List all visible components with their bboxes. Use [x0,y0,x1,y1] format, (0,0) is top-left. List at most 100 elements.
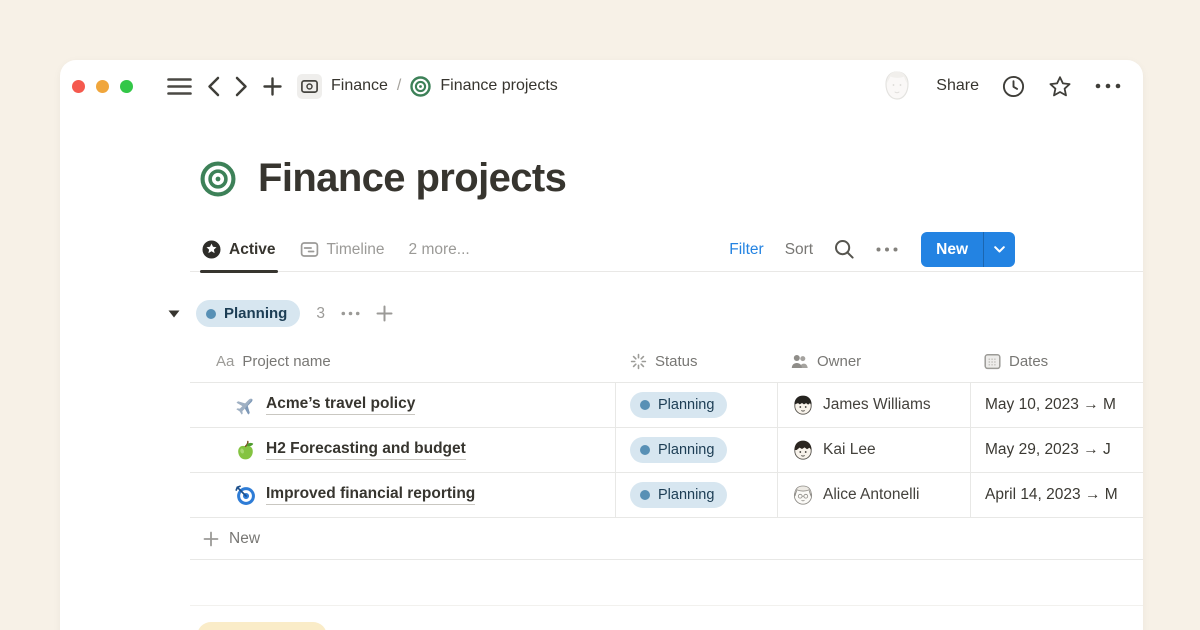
project-title-link[interactable]: H2 Forecasting and budget [266,440,466,460]
new-row-button[interactable]: New [190,518,1143,560]
column-header-owner[interactable]: Owner [777,353,970,370]
status-dot [640,445,650,455]
calendar-icon [984,353,1001,370]
status-dot [640,400,650,410]
table-row: Acme’s travel policy Planning [190,382,1143,427]
new-row-label: New [229,530,260,548]
table-body: Acme’s travel policy Planning [190,382,1143,518]
timeline-view-icon [300,240,319,259]
status-cell[interactable]: Planning [615,428,777,472]
column-header-project-name[interactable]: Aa Project name [190,353,615,370]
tab-active-view[interactable]: Active [202,228,276,272]
breadcrumb-workspace[interactable]: Finance [331,77,388,95]
tab-label: Active [229,241,276,259]
add-page-icon[interactable] [263,77,282,96]
project-title-link[interactable]: Acme’s travel policy [266,395,415,415]
share-button[interactable]: Share [936,77,979,95]
project-name-cell[interactable]: Acme’s travel policy [190,383,615,427]
table-header-row: Aa Project name Status [190,340,1143,382]
tab-more-views[interactable]: 2 more... [409,228,470,272]
group-options-ellipsis-icon[interactable] [341,311,360,316]
forward-chevron-icon[interactable] [235,76,248,97]
dates-cell[interactable]: April 14, 2023 → M [970,473,1143,517]
table-row: Improved financial reporting Planning [190,472,1143,517]
text-type-icon: Aa [216,353,234,370]
status-burst-icon [630,353,647,370]
notion-window: Finance / Finance projects [60,60,1143,630]
group-header-planning: Planning 3 [168,300,393,327]
breadcrumb-page[interactable]: Finance projects [440,77,557,95]
nav-icons [167,76,282,97]
status-label: Planning [658,442,714,458]
star-icon[interactable] [1048,75,1072,98]
breadcrumb: Finance / Finance projects [297,74,558,99]
people-icon [791,354,809,369]
column-header-dates[interactable]: Dates [970,353,1143,370]
owner-name: James Williams [823,396,931,414]
owner-cell[interactable]: Kai Lee [777,428,970,472]
group-status-pill[interactable]: Planning [196,300,300,327]
project-name-cell[interactable]: Improved financial reporting [190,473,615,517]
owner-name: Alice Antonelli [823,486,920,504]
status-cell[interactable]: Planning [615,473,777,517]
owner-name: Kai Lee [823,441,876,459]
banknote-icon[interactable] [297,74,322,99]
filter-button[interactable]: Filter [729,241,763,259]
traffic-lights [72,80,133,93]
tab-label: Timeline [327,241,385,259]
project-name-cell[interactable]: H2 Forecasting and budget [190,428,615,472]
page-title[interactable]: Finance projects [258,156,566,201]
group-add-icon[interactable] [376,305,393,322]
sort-button[interactable]: Sort [785,241,813,259]
avatar[interactable] [881,69,913,103]
minimize-window-button[interactable] [96,80,109,93]
hamburger-menu-icon[interactable] [167,77,192,96]
clock-icon[interactable] [1002,75,1025,98]
new-button-label: New [921,232,983,267]
owner-cell[interactable]: James Williams [777,383,970,427]
view-options-ellipsis-icon[interactable] [876,247,898,252]
airplane-icon [235,395,256,416]
column-header-status[interactable]: Status [615,353,777,370]
next-group-pill[interactable] [197,622,327,630]
status-pill: Planning [630,482,727,508]
view-tabs-bar: Active Timeline 2 more... Filter Sort [190,228,1143,272]
project-title-link[interactable]: Improved financial reporting [266,485,475,505]
tab-timeline-view[interactable]: Timeline [300,228,385,272]
column-label: Status [655,353,698,370]
group-label: Planning [224,305,287,322]
dates-cell[interactable]: May 29, 2023 → J [970,428,1143,472]
owner-avatar [792,394,814,416]
owner-avatar [792,439,814,461]
view-tabs: Active Timeline 2 more... [202,228,470,272]
breadcrumb-separator: / [397,77,401,95]
dates-cell[interactable]: May 10, 2023 → M [970,383,1143,427]
close-window-button[interactable] [72,80,85,93]
zoom-window-button[interactable] [120,80,133,93]
green-apple-icon [235,440,256,461]
status-label: Planning [658,397,714,413]
column-label: Dates [1009,353,1048,370]
status-pill: Planning [630,437,727,463]
section-divider [190,605,1143,606]
back-chevron-icon[interactable] [207,76,220,97]
target-icon[interactable] [200,161,236,197]
tab-label: 2 more... [409,241,470,259]
toolbar-right: Share [881,69,1121,103]
date-range: May 10, 2023 → M [985,396,1116,414]
window-toolbar: Finance / Finance projects [60,60,1143,112]
triangle-down-icon[interactable] [168,310,180,318]
view-controls: Filter Sort New [729,232,1015,267]
star-circle-icon [202,240,221,259]
chevron-down-icon[interactable] [984,232,1015,267]
date-range: May 29, 2023 → J [985,441,1111,459]
plus-icon [203,531,219,547]
more-options-icon[interactable] [1095,83,1121,89]
status-dot [640,490,650,500]
owner-cell[interactable]: Alice Antonelli [777,473,970,517]
status-cell[interactable]: Planning [615,383,777,427]
new-button[interactable]: New [921,232,1015,267]
search-icon[interactable] [834,239,855,260]
target-icon [410,76,431,97]
status-dot [206,309,216,319]
